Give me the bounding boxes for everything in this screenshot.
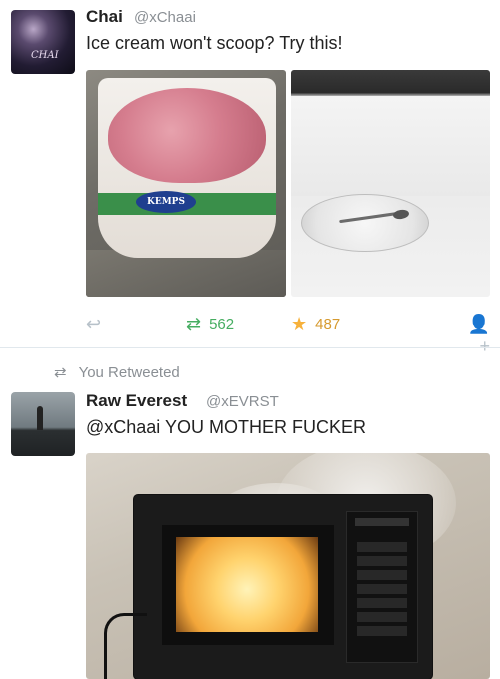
reply-author-name[interactable]: Raw Everest: [86, 391, 187, 411]
watermark: imgflip.com: [4, 663, 60, 675]
microwave-keypad: [357, 542, 407, 638]
avatar-raw-everest[interactable]: [11, 392, 75, 456]
avatar-chai[interactable]: CHAI: [11, 10, 75, 74]
microwave: [134, 495, 432, 679]
microwave-wall: [291, 96, 490, 196]
avatar-signature: CHAI: [31, 50, 59, 61]
microwave-interior-photo[interactable]: [291, 70, 490, 297]
follow-icon[interactable]: 👤+: [464, 313, 490, 356]
tweet-actions: ↩ ⇄ 562 ★ 487 👤+: [86, 313, 490, 356]
star-icon: ★: [291, 314, 308, 334]
microwave-brand: [355, 518, 409, 526]
tub-logo: KEMPS: [136, 191, 196, 213]
retweet-button[interactable]: ⇄ 562: [186, 313, 234, 335]
retweet-notice: ⇄ You Retweeted: [54, 362, 180, 382]
reply-author-handle[interactable]: @xEVRST: [206, 393, 279, 410]
burning-microwave-photo[interactable]: [86, 453, 490, 679]
ice-cream-tub: KEMPS: [98, 78, 276, 258]
tweet-original: CHAI Chai @xChaai Ice cream won't scoop?…: [0, 0, 500, 356]
retweet-count: 562: [209, 315, 235, 333]
favorite-count: 487: [315, 315, 341, 333]
author-handle[interactable]: @xChaai: [134, 9, 196, 26]
avatar-figure: [37, 406, 43, 430]
ice-cream-photo[interactable]: KEMPS: [86, 70, 286, 297]
retweet-notice-label: You Retweeted: [78, 363, 180, 381]
power-cord: [104, 613, 147, 679]
favorite-button[interactable]: ★ 487: [291, 313, 340, 335]
tweet-divider: [0, 347, 500, 348]
reply-icon[interactable]: ↩: [86, 313, 108, 335]
retweet-notice-icon: ⇄: [54, 364, 67, 381]
microwave-control-panel: [346, 511, 418, 663]
microwave-plate: [301, 194, 429, 252]
author-name[interactable]: Chai: [86, 7, 123, 27]
retweet-icon: ⇄: [186, 314, 202, 334]
reply-tweet-text: @xChaai YOU MOTHER FUCKER: [86, 417, 366, 437]
tweet-text: Ice cream won't scoop? Try this!: [86, 33, 343, 53]
microwave-fire: [176, 537, 318, 632]
ice-cream: [108, 88, 266, 183]
